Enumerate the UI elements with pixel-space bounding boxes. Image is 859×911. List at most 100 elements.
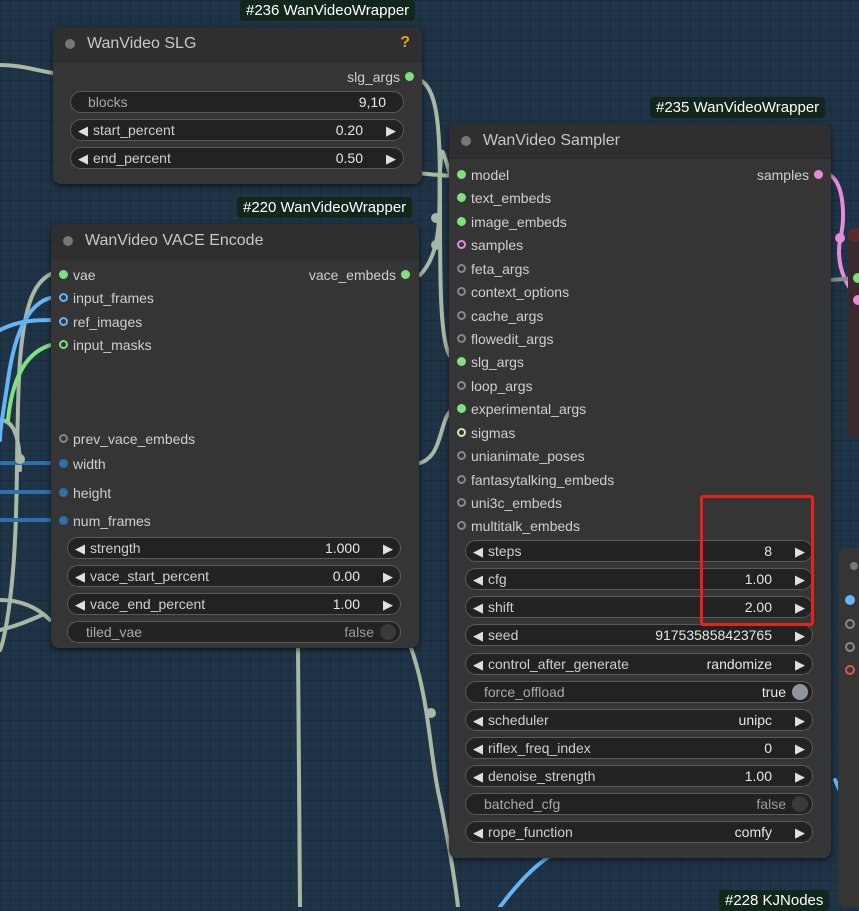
input-dot-icon[interactable] <box>59 317 68 326</box>
vace-encode-node[interactable]: WanVideo VACE Encode vace_embeds vae inp… <box>51 224 419 648</box>
input-slot-experimental-args[interactable]: experimental_args <box>457 401 586 417</box>
widget-force-offload[interactable]: force_offload true <box>465 681 813 703</box>
widget-riflex-freq-index[interactable]: ◀ riflex_freq_index 0 ▶ <box>465 737 813 759</box>
input-dot-icon[interactable] <box>457 357 466 366</box>
increment-arrow-icon[interactable]: ▶ <box>795 628 805 644</box>
input-dot-icon[interactable] <box>457 311 466 320</box>
input-slot-input-frames[interactable]: input_frames <box>59 290 154 306</box>
input-slot-uni3c-embeds[interactable]: uni3c_embeds <box>457 495 562 511</box>
input-slot-width[interactable]: width <box>59 456 106 472</box>
collapse-dot-icon[interactable] <box>461 136 471 146</box>
increment-arrow-icon[interactable]: ▶ <box>383 569 393 585</box>
input-slot-vae[interactable]: vae <box>59 267 96 283</box>
output-slot-vace-embeds[interactable]: vace_embeds <box>309 267 410 283</box>
increment-arrow-icon[interactable]: ▶ <box>795 825 805 841</box>
input-dot-icon[interactable] <box>457 381 466 390</box>
widget-rope-function[interactable]: ◀ rope_function comfy ▶ <box>465 821 813 843</box>
increment-arrow-icon[interactable]: ▶ <box>795 713 805 729</box>
widget-seed[interactable]: ◀ seed 917535858423765 ▶ <box>465 624 813 646</box>
input-slot-feta-args[interactable]: feta_args <box>457 261 529 277</box>
input-slot-flowedit-args[interactable]: flowedit_args <box>457 331 554 347</box>
increment-arrow-icon[interactable]: ▶ <box>386 151 396 167</box>
slg-node-header[interactable]: WanVideo SLG ? <box>53 27 422 62</box>
input-dot-icon[interactable] <box>59 293 68 302</box>
input-dot-icon[interactable] <box>457 287 466 296</box>
increment-arrow-icon[interactable]: ▶ <box>795 657 805 673</box>
decrement-arrow-icon[interactable]: ◀ <box>75 597 85 613</box>
decrement-arrow-icon[interactable]: ◀ <box>473 825 483 841</box>
increment-arrow-icon[interactable]: ▶ <box>386 123 396 139</box>
input-dot-icon[interactable] <box>59 340 68 349</box>
input-dot-icon[interactable] <box>59 459 68 468</box>
widget-vace-end-percent[interactable]: ◀ vace_end_percent 1.00 ▶ <box>67 593 401 615</box>
input-slot-height[interactable]: height <box>59 485 111 501</box>
input-slot-model[interactable]: model <box>457 167 509 183</box>
widget-scheduler[interactable]: ◀ scheduler unipc ▶ <box>465 709 813 731</box>
decrement-arrow-icon[interactable]: ◀ <box>473 769 483 785</box>
output-dot-icon[interactable] <box>814 170 823 179</box>
input-slot-loop-args[interactable]: loop_args <box>457 378 533 394</box>
widget-start-percent[interactable]: ◀ start_percent 0.20 ▶ <box>70 119 404 141</box>
input-slot-unianimate-poses[interactable]: unianimate_poses <box>457 448 585 464</box>
decrement-arrow-icon[interactable]: ◀ <box>78 151 88 167</box>
vace-node-header[interactable]: WanVideo VACE Encode <box>51 224 419 259</box>
sampler-node-header[interactable]: WanVideo Sampler <box>449 124 831 159</box>
warning-icon[interactable]: ? <box>400 34 410 52</box>
input-slot-samples[interactable]: samples <box>457 237 523 253</box>
increment-arrow-icon[interactable]: ▶ <box>383 597 393 613</box>
decrement-arrow-icon[interactable]: ◀ <box>473 713 483 729</box>
slg-node[interactable]: WanVideo SLG ? slg_args blocks 9,10 ◀ st… <box>53 27 422 184</box>
widget-batched-cfg[interactable]: batched_cfg false <box>465 793 813 815</box>
input-slot-multitalk-embeds[interactable]: multitalk_embeds <box>457 518 580 534</box>
input-dot-icon[interactable] <box>457 170 466 179</box>
collapse-dot-icon[interactable] <box>65 39 75 49</box>
input-dot-icon[interactable] <box>457 193 466 202</box>
widget-control-after-generate[interactable]: ◀ control_after_generate randomize ▶ <box>465 653 813 675</box>
decrement-arrow-icon[interactable]: ◀ <box>75 569 85 585</box>
collapse-dot-icon[interactable] <box>63 236 73 246</box>
decrement-arrow-icon[interactable]: ◀ <box>78 123 88 139</box>
input-dot-icon[interactable] <box>457 498 466 507</box>
input-slot-fantasytalking-embeds[interactable]: fantasytalking_embeds <box>457 472 614 488</box>
input-dot-icon[interactable] <box>457 475 466 484</box>
toggle-off-icon[interactable] <box>380 624 396 640</box>
input-dot-icon[interactable] <box>457 334 466 343</box>
input-slot-slg-args[interactable]: slg_args <box>457 354 524 370</box>
input-slot-image-embeds[interactable]: image_embeds <box>457 214 567 230</box>
toggle-off-icon[interactable] <box>792 796 808 812</box>
decrement-arrow-icon[interactable]: ◀ <box>75 541 85 557</box>
sampler-node[interactable]: WanVideo Sampler samples model text_embe… <box>449 124 831 858</box>
widget-vace-start-percent[interactable]: ◀ vace_start_percent 0.00 ▶ <box>67 565 401 587</box>
input-dot-icon[interactable] <box>59 434 68 443</box>
input-dot-icon[interactable] <box>457 240 466 249</box>
widget-denoise-strength[interactable]: ◀ denoise_strength 1.00 ▶ <box>465 765 813 787</box>
input-slot-ref-images[interactable]: ref_images <box>59 314 142 330</box>
widget-blocks[interactable]: blocks 9,10 <box>70 91 404 113</box>
output-dot-icon[interactable] <box>405 72 414 81</box>
input-slot-num-frames[interactable]: num_frames <box>59 513 151 529</box>
input-dot-icon[interactable] <box>457 521 466 530</box>
increment-arrow-icon[interactable]: ▶ <box>795 741 805 757</box>
input-slot-input-masks[interactable]: input_masks <box>59 337 152 353</box>
input-dot-icon[interactable] <box>59 516 68 525</box>
toggle-on-icon[interactable] <box>792 684 808 700</box>
input-slot-context-options[interactable]: context_options <box>457 284 569 300</box>
decrement-arrow-icon[interactable]: ◀ <box>473 600 483 616</box>
widget-end-percent[interactable]: ◀ end_percent 0.50 ▶ <box>70 147 404 169</box>
decrement-arrow-icon[interactable]: ◀ <box>473 572 483 588</box>
widget-strength[interactable]: ◀ strength 1.000 ▶ <box>67 537 401 559</box>
input-slot-cache-args[interactable]: cache_args <box>457 308 543 324</box>
input-dot-icon[interactable] <box>59 488 68 497</box>
decrement-arrow-icon[interactable]: ◀ <box>473 544 483 560</box>
input-dot-icon[interactable] <box>457 264 466 273</box>
input-slot-prev-vace-embeds[interactable]: prev_vace_embeds <box>59 431 195 447</box>
input-dot-icon[interactable] <box>59 270 68 279</box>
decrement-arrow-icon[interactable]: ◀ <box>473 741 483 757</box>
decrement-arrow-icon[interactable]: ◀ <box>473 657 483 673</box>
input-dot-icon[interactable] <box>457 428 466 437</box>
input-dot-icon[interactable] <box>457 451 466 460</box>
output-slot-samples[interactable]: samples <box>757 167 823 183</box>
output-dot-icon[interactable] <box>401 270 410 279</box>
increment-arrow-icon[interactable]: ▶ <box>383 541 393 557</box>
increment-arrow-icon[interactable]: ▶ <box>795 769 805 785</box>
